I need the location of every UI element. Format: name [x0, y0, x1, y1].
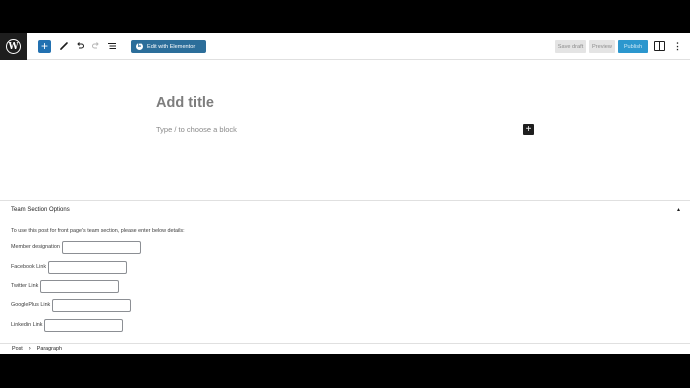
field-label: GooglePlus Link [11, 302, 51, 308]
pencil-icon [60, 42, 68, 51]
tools-button[interactable] [57, 39, 71, 53]
linkedin-link-input[interactable] [44, 318, 124, 332]
redo-button[interactable] [89, 39, 103, 53]
member-designation-input[interactable] [61, 240, 141, 254]
field-row-linkedin-link: Linkedin Link [11, 318, 124, 332]
undo-button[interactable] [73, 39, 87, 53]
document-overview-button[interactable] [105, 39, 119, 53]
field-row-member-designation: Member designation [11, 240, 141, 254]
redo-icon [92, 42, 99, 49]
metabox-intro-text: To use this post for front page's team s… [11, 228, 185, 234]
list-view-icon [108, 43, 116, 49]
block-placeholder[interactable]: Type / to choose a block [156, 125, 237, 134]
breadcrumb-item-paragraph[interactable]: Paragraph [37, 346, 62, 352]
add-block-button[interactable]: + [38, 40, 51, 53]
googleplus-link-input[interactable] [52, 298, 132, 312]
post-title-input[interactable]: Add title [156, 95, 214, 111]
field-row-twitter-link: Twitter Link [11, 279, 120, 293]
publish-button[interactable]: Publish [618, 40, 648, 53]
editor-window: W + E Edit with Elementor Save draft Pre… [0, 33, 690, 354]
field-label: Member designation [11, 244, 60, 250]
chevron-right-icon: › [28, 346, 31, 352]
metabox-collapse-icon[interactable]: ▴ [677, 206, 680, 213]
wordpress-icon: W [6, 39, 21, 54]
elementor-icon: E [136, 43, 143, 50]
team-section-metabox: Team Section Options ▴ To use this post … [0, 200, 690, 343]
save-draft-button[interactable]: Save draft [555, 40, 586, 53]
field-label: Twitter Link [11, 283, 39, 289]
preview-button[interactable]: Preview [589, 40, 615, 53]
inline-add-block-button[interactable]: + [523, 124, 534, 135]
twitter-link-input[interactable] [40, 279, 120, 293]
wordpress-logo-button[interactable]: W [0, 33, 27, 60]
facebook-link-input[interactable] [48, 260, 128, 274]
edit-with-elementor-label: Edit with Elementor [147, 43, 196, 50]
field-row-googleplus-link: GooglePlus Link [11, 298, 132, 312]
more-options-icon[interactable]: ⋮ [673, 40, 682, 53]
block-breadcrumb: Post › Paragraph [0, 343, 690, 354]
breadcrumb-item-post[interactable]: Post [12, 346, 23, 352]
field-label: Linkedin Link [11, 322, 43, 328]
undo-icon [77, 42, 84, 49]
edit-with-elementor-button[interactable]: E Edit with Elementor [131, 40, 206, 53]
field-row-facebook-link: Facebook Link [11, 260, 128, 274]
field-label: Facebook Link [11, 264, 47, 270]
editor-toolbar: W + E Edit with Elementor Save draft Pre… [0, 33, 690, 60]
settings-panel-icon[interactable] [654, 41, 665, 51]
metabox-title[interactable]: Team Section Options [11, 207, 70, 213]
